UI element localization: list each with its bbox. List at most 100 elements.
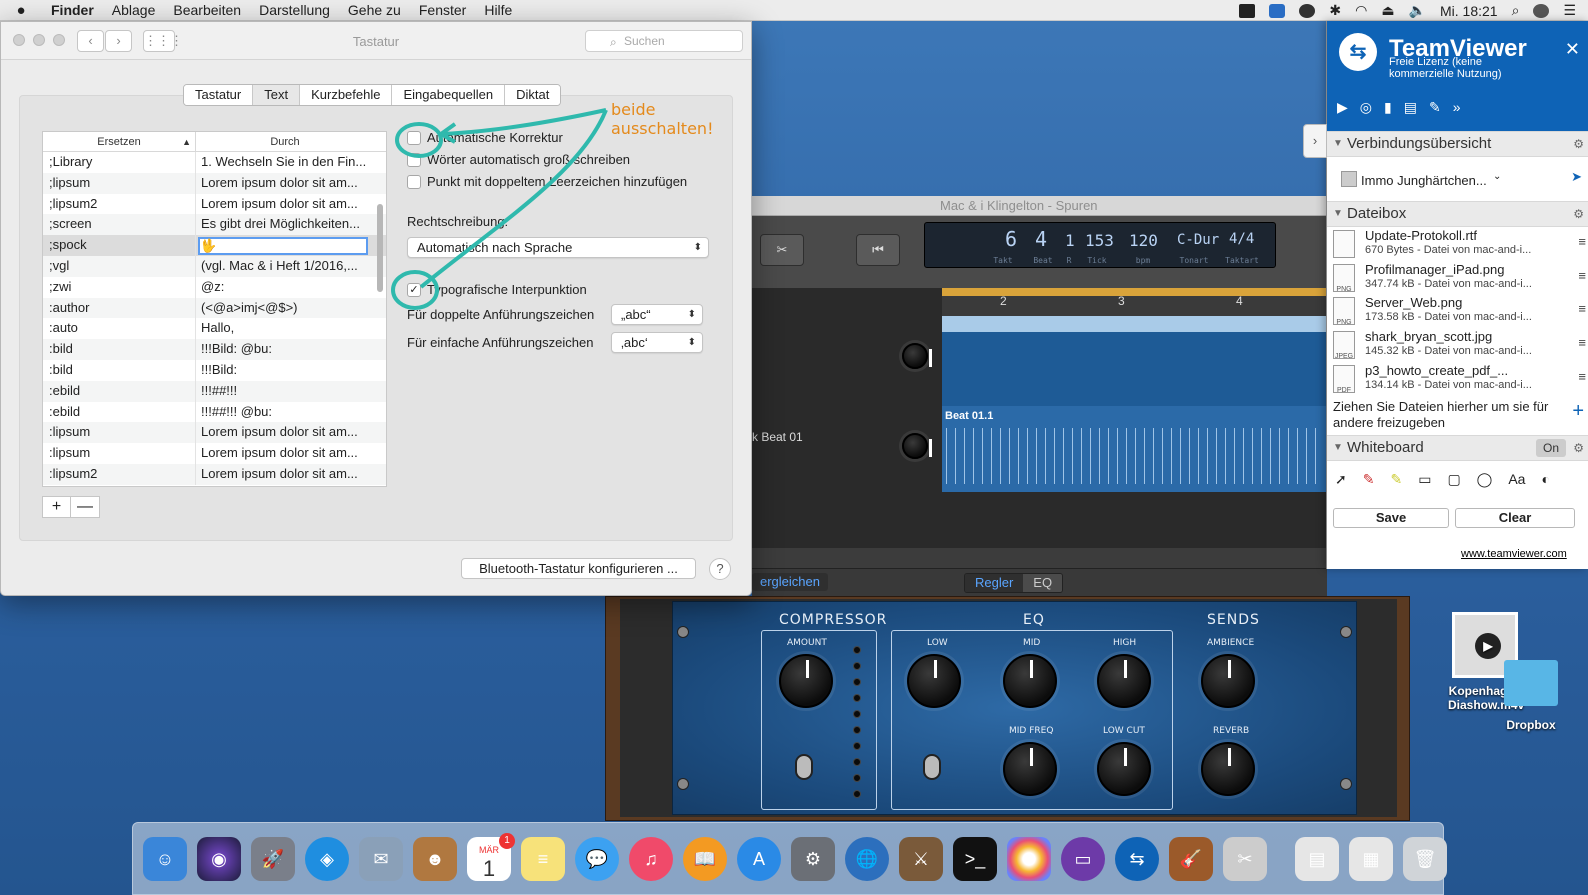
compressor-toggle[interactable] [795, 754, 813, 780]
high-knob[interactable] [1097, 654, 1151, 708]
replace-cell[interactable]: ;zwi [43, 276, 196, 298]
highlighter-tool-icon[interactable]: ✎ [1390, 471, 1402, 488]
tools-icon[interactable]: ✎ [1429, 99, 1441, 116]
text-tool-icon[interactable]: Aa [1508, 471, 1525, 488]
file-item[interactable]: PDF p3_howto_create_pdf_... 134.14 kB - Da… [1327, 362, 1588, 396]
gear-icon[interactable]: ⚙ [1573, 202, 1584, 226]
amount-knob[interactable] [779, 654, 833, 708]
clock[interactable]: Mi. 18:21 [1440, 3, 1498, 19]
table-row[interactable]: ;Library 1. Wechseln Sie in den Fin... [43, 152, 386, 173]
pan-knob[interactable] [902, 343, 932, 369]
gear-icon[interactable]: ⚙ [1573, 436, 1584, 460]
double-quotes-popup[interactable]: „abc“ ⬍ [611, 304, 703, 325]
time-machine-icon[interactable] [1299, 3, 1316, 18]
with-cell[interactable]: 1. Wechseln Sie in den Fin... [196, 152, 374, 173]
tab-tastatur[interactable]: Tastatur [184, 85, 254, 105]
add-button[interactable]: + [43, 497, 71, 517]
teamviewer-dock-icon[interactable]: ⇆ [1115, 836, 1159, 881]
mail-icon[interactable]: ✉ [359, 836, 403, 881]
save-button[interactable]: Save [1333, 508, 1449, 528]
with-cell-editor[interactable]: 🖖 [198, 236, 368, 255]
table-row[interactable]: :bild !!!Bild: @bu: [43, 339, 386, 360]
menu-hilfe[interactable]: Hilfe [475, 2, 521, 18]
launchpad-icon[interactable]: 🚀 [251, 836, 295, 881]
table-row[interactable]: ;screen Es gibt drei Möglichkeiten... [43, 214, 386, 236]
with-cell[interactable]: @z: [196, 277, 374, 298]
hamburger-icon[interactable]: ≡ [1578, 302, 1586, 316]
crossed-swords-icon[interactable]: ⚔ [899, 836, 943, 881]
replace-cell[interactable]: ;vgl [43, 255, 196, 277]
mid-knob[interactable] [1003, 654, 1057, 708]
reverb-knob[interactable] [1201, 742, 1255, 796]
table-row[interactable]: ;spock 🖖 [43, 235, 386, 256]
lcd-display[interactable]: 6 4 1 153 120 C-Dur 4/4 Takt Beat R Tick… [924, 222, 1276, 268]
menu-bearbeiten[interactable]: Bearbeiten [164, 2, 250, 18]
table-row[interactable]: ;zwi @z: [43, 276, 386, 298]
replace-cell[interactable]: ;screen [43, 214, 196, 236]
headset-icon[interactable]: ◎ [1360, 99, 1372, 116]
table-row[interactable]: :lipsum Lorem ipsum dolor sit am... [43, 422, 386, 444]
speech-bubble-tool-icon[interactable]: ◐ [1541, 471, 1549, 488]
with-cell[interactable]: (<@a>imj<@$>) [196, 298, 374, 319]
table-row[interactable]: :ebild !!!##!!! [43, 380, 386, 402]
hamburger-icon[interactable]: ≡ [1578, 336, 1586, 350]
replace-cell[interactable]: :auto [43, 318, 196, 340]
terminal-icon[interactable]: >_ [953, 836, 997, 881]
add-file-icon[interactable]: + [1572, 401, 1584, 421]
documents-stack-icon[interactable]: ▤ [1295, 836, 1339, 881]
disk-utility-icon[interactable]: ▭ [1061, 836, 1105, 881]
file-item[interactable]: PNG Server_Web.png 173.58 kB - Datei von m… [1327, 294, 1588, 328]
teamviewer-collapse-icon[interactable]: › [1303, 124, 1327, 158]
files-icon[interactable]: ▤ [1404, 99, 1417, 116]
gear-icon[interactable]: ⚙ [1573, 132, 1584, 156]
file-item[interactable]: PNG Profilmanager_iPad.png 347.74 kB - Dat… [1327, 261, 1588, 295]
whiteboard-toggle[interactable]: On [1536, 439, 1566, 458]
close-icon[interactable]: ✕ [1565, 39, 1580, 60]
safari-icon[interactable]: ◈ [305, 836, 349, 881]
menu-gehe-zu[interactable]: Gehe zu [339, 2, 410, 18]
teamviewer-link[interactable]: www.teamviewer.com [1461, 548, 1567, 560]
timeline-ruler[interactable]: 2 3 4 [942, 288, 1327, 316]
eraser-tool-icon[interactable]: ▭ [1418, 471, 1431, 488]
ellipse-tool-icon[interactable]: ◯ [1477, 471, 1493, 488]
garageband-icon[interactable]: 🎸 [1169, 836, 1213, 881]
audio-region[interactable] [942, 316, 1327, 406]
finder-icon[interactable]: ☺ [143, 836, 187, 881]
with-cell[interactable]: (vgl. Mac & i Heft 1/2016,... [196, 256, 374, 277]
table-row[interactable]: ;lipsum2 Lorem ipsum dolor sit am... [43, 193, 386, 215]
low-cut-knob[interactable] [1097, 742, 1151, 796]
replace-cell[interactable]: :lipsum [43, 443, 196, 464]
notes-icon[interactable]: ≡ [521, 836, 565, 881]
low-knob[interactable] [907, 654, 961, 708]
replace-cell[interactable]: :lipsum [43, 422, 196, 444]
eject-icon[interactable]: ⏏ [1381, 2, 1394, 19]
column-header-with[interactable]: Durch [196, 132, 374, 151]
clear-button[interactable]: Clear [1455, 508, 1575, 528]
pointer-tool-icon[interactable]: ➚ [1335, 471, 1347, 488]
tab-regler[interactable]: Regler [965, 574, 1024, 592]
hamburger-icon[interactable]: ≡ [1578, 235, 1586, 249]
table-row[interactable]: :lipsum Lorem ipsum dolor sit am... [43, 443, 386, 464]
mid-freq-knob[interactable] [1003, 742, 1057, 796]
apple-menu-icon[interactable]: ● [0, 2, 42, 19]
calendar-icon[interactable]: MÄR 1 1 [467, 832, 515, 881]
ibooks-icon[interactable]: 📖 [683, 836, 727, 881]
photos-icon[interactable] [1007, 836, 1051, 881]
menu-darstellung[interactable]: Darstellung [250, 2, 339, 18]
column-header-replace[interactable]: Ersetzen ▲ [43, 132, 196, 151]
file-item[interactable]: Update-Protokoll.rtf 670 Bytes - Datei vo… [1327, 227, 1588, 261]
screenshot-tool-icon[interactable]: ✂ [1223, 836, 1267, 881]
with-cell[interactable]: Lorem ipsum dolor sit am... [196, 173, 374, 194]
search-field[interactable]: ⌕ Suchen [585, 30, 743, 52]
contacts-icon[interactable]: ☻ [413, 836, 457, 881]
menu-finder[interactable]: Finder [42, 2, 103, 18]
rewind-button[interactable]: ⏮ [856, 234, 900, 266]
table-row[interactable]: ;lipsum Lorem ipsum dolor sit am... [43, 172, 386, 194]
with-cell[interactable]: !!!##!!! @bu: [196, 402, 374, 423]
table-row[interactable]: :author (<@a>imj<@$>) [43, 297, 386, 319]
pen-tool-icon[interactable]: ✎ [1363, 471, 1375, 488]
file-item[interactable]: JPEG shark_bryan_scott.jpg 145.32 kB - Dat… [1327, 328, 1588, 362]
trash-icon[interactable]: 🗑 [1403, 836, 1447, 881]
replace-cell[interactable]: ;lipsum2 [43, 193, 196, 215]
replace-cell[interactable]: :lipsum2 [43, 463, 196, 485]
